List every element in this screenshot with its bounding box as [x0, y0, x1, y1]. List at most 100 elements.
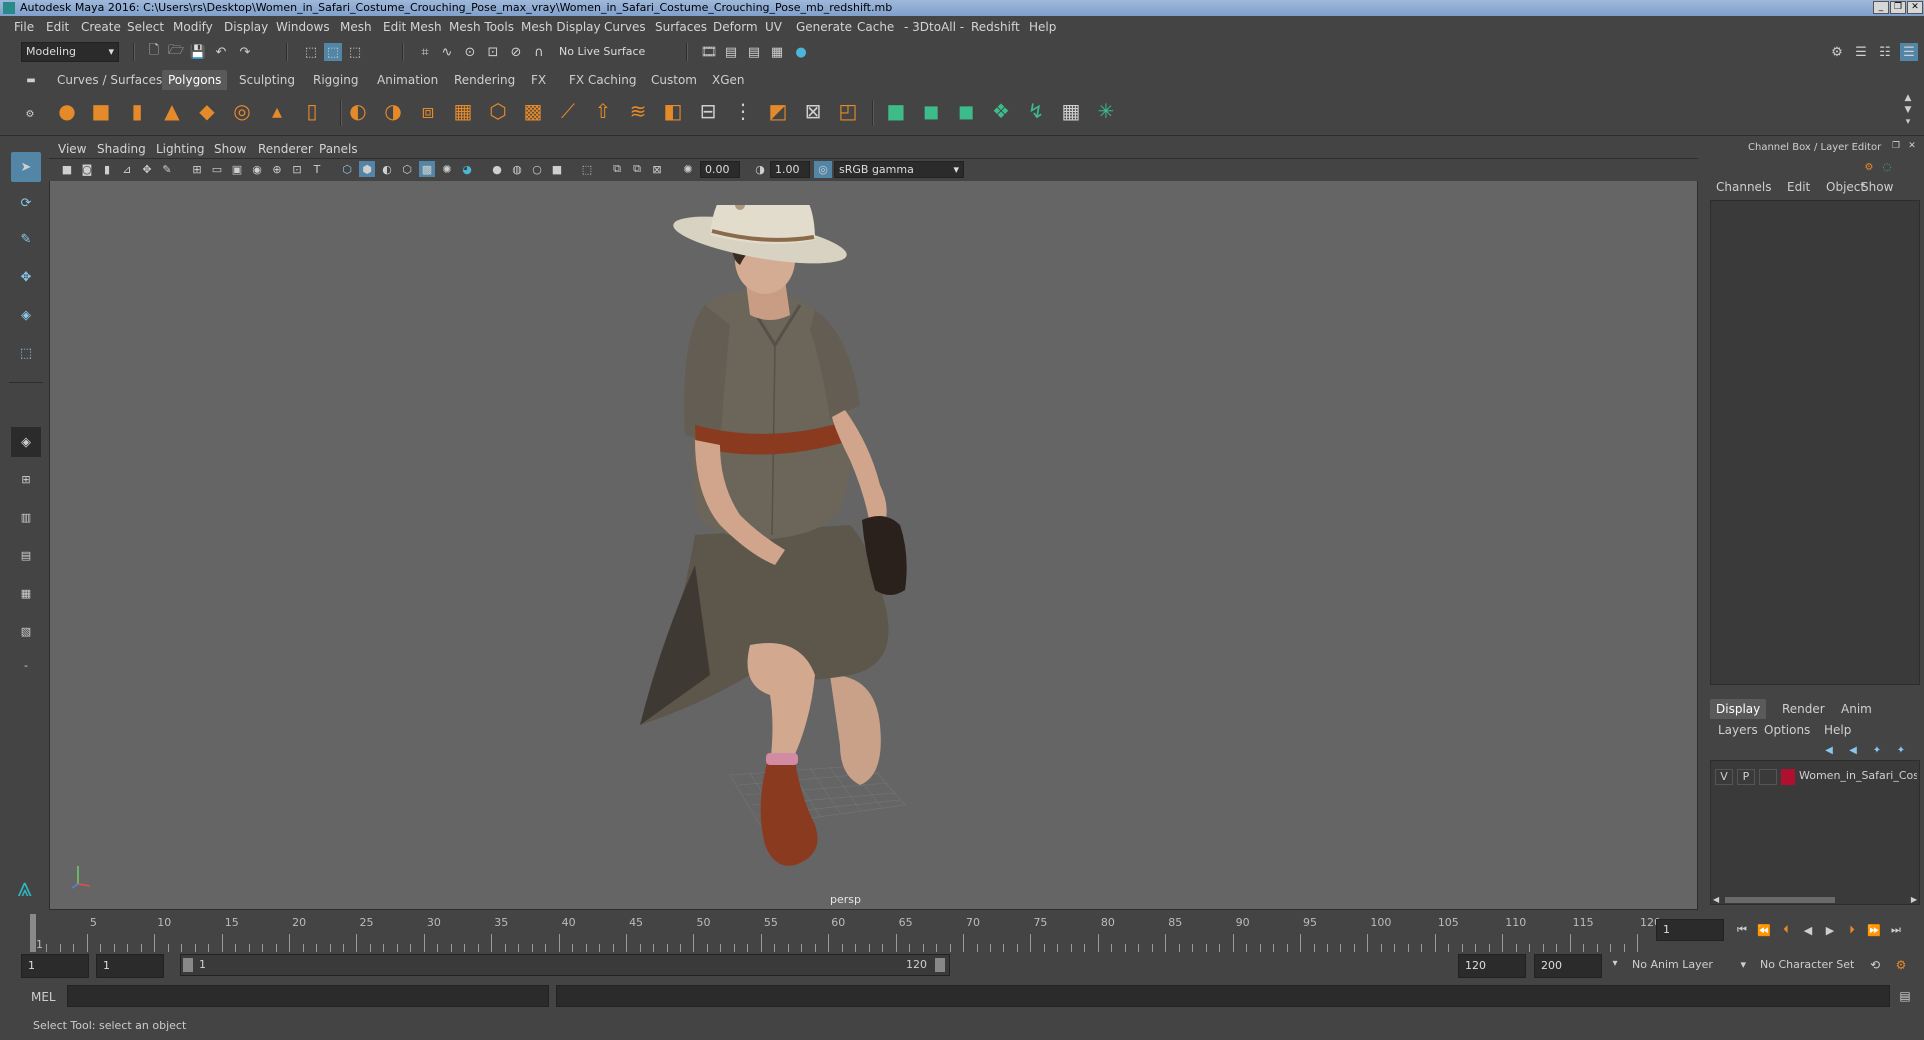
menu-mesh-display[interactable]: Mesh Display: [521, 20, 601, 34]
multi-cut-icon[interactable]: ⊟: [695, 98, 721, 124]
persp-outliner-layout-icon[interactable]: ▥: [11, 502, 41, 532]
channel-box-icon[interactable]: ☰: [1900, 43, 1918, 61]
maximize-button[interactable]: ❐: [1890, 1, 1906, 14]
film-gate-icon[interactable]: ▭: [209, 161, 225, 177]
play-forwards-icon[interactable]: ▶: [1822, 922, 1838, 938]
magnet-icon[interactable]: ∩: [530, 43, 548, 61]
image-plane-icon[interactable]: ⊿: [119, 161, 135, 177]
paint-select-tool-icon[interactable]: ✎: [11, 224, 41, 254]
camera-select-icon[interactable]: ■: [59, 161, 75, 177]
menu-windows[interactable]: Windows: [276, 20, 330, 34]
auto-keyframe-icon[interactable]: ⟲: [1866, 956, 1884, 974]
channel-box-content[interactable]: [1710, 200, 1920, 685]
bookmark-icon[interactable]: ▮: [99, 161, 115, 177]
open-scene-icon[interactable]: 🗁: [167, 43, 185, 61]
new-layer-selected-icon[interactable]: ✦: [1894, 743, 1908, 757]
menu-file[interactable]: File: [14, 20, 34, 34]
layer-visibility-toggle[interactable]: V: [1715, 769, 1733, 785]
layer-menu-help[interactable]: Help: [1824, 723, 1851, 737]
boolean-icon[interactable]: ⬡: [485, 98, 511, 124]
uv-automatic-icon[interactable]: ❖: [988, 98, 1014, 124]
extract-icon[interactable]: ⧈: [415, 98, 441, 124]
exposure-icon[interactable]: ✺: [680, 161, 696, 177]
viewport-menu-show[interactable]: Show: [214, 142, 246, 156]
grid-icon[interactable]: ⊞: [189, 161, 205, 177]
xray-components-icon[interactable]: ⊠: [649, 161, 665, 177]
four-view-layout-icon[interactable]: ⊞: [11, 464, 41, 494]
command-language-label[interactable]: MEL: [31, 990, 56, 1004]
tab-fx[interactable]: FX: [525, 70, 552, 90]
menu-edit[interactable]: Edit: [46, 20, 69, 34]
go-to-start-icon[interactable]: ⏮: [1734, 922, 1750, 938]
minimize-button[interactable]: _: [1873, 1, 1889, 14]
attribute-editor-icon[interactable]: ☰: [1852, 43, 1870, 61]
depth-of-field-icon[interactable]: ■: [549, 161, 565, 177]
snap-curve-icon[interactable]: ∿: [438, 43, 456, 61]
menu-edit-mesh[interactable]: Edit Mesh: [383, 20, 442, 34]
tab-sculpting[interactable]: Sculpting: [233, 70, 301, 90]
go-to-end-icon[interactable]: ⏭: [1888, 922, 1904, 938]
poly-cone-icon[interactable]: ▲: [159, 98, 185, 124]
wireframe-on-shaded-icon[interactable]: ⬡: [399, 161, 415, 177]
step-back-key-icon[interactable]: ⏴: [1778, 922, 1794, 938]
move-layer-down-icon[interactable]: ◀: [1846, 743, 1860, 757]
color-space-selector[interactable]: sRGB gamma ▾: [834, 161, 964, 178]
viewport-menu-view[interactable]: View: [58, 142, 86, 156]
smooth-shade-icon[interactable]: ⬢: [359, 161, 375, 177]
mode-selector[interactable]: Modeling ▾: [21, 42, 119, 62]
move-layer-up-icon[interactable]: ◀: [1822, 743, 1836, 757]
select-tool-icon[interactable]: ➤: [11, 152, 41, 182]
menu-3dtoall[interactable]: - 3DtoAll -: [904, 20, 964, 34]
resolution-gate-icon[interactable]: ▣: [229, 161, 245, 177]
script-editor-icon[interactable]: ▤: [1896, 987, 1914, 1005]
menu-create[interactable]: Create: [81, 20, 121, 34]
lasso-tool-icon[interactable]: ⟳: [11, 188, 41, 218]
step-forward-key-icon[interactable]: ⏵: [1844, 922, 1860, 938]
new-layer-icon[interactable]: ✦: [1870, 743, 1884, 757]
character-model[interactable]: [600, 205, 1000, 885]
menu-mesh[interactable]: Mesh: [340, 20, 372, 34]
render-settings-icon[interactable]: ▦: [768, 43, 786, 61]
checker-icon[interactable]: ▦: [1058, 98, 1084, 124]
tab-xgen[interactable]: XGen: [706, 70, 751, 90]
uv-unfold-icon[interactable]: ↯: [1023, 98, 1049, 124]
channel-box-menu-object[interactable]: Object: [1826, 180, 1865, 194]
grease-pencil-icon[interactable]: ✎: [159, 161, 175, 177]
anim-layer-selector[interactable]: No Anim Layer ▾: [1628, 954, 1748, 976]
shelf-settings-icon[interactable]: ⚙: [24, 108, 36, 120]
isolate-select-icon[interactable]: ⬚: [579, 161, 595, 177]
layer-color-swatch[interactable]: [1781, 769, 1795, 785]
layer-menu-layers[interactable]: Layers: [1718, 723, 1758, 737]
channel-box-menu-show[interactable]: Show: [1861, 180, 1893, 194]
xray-joints-icon[interactable]: ⧉: [629, 161, 645, 177]
poly-sphere-icon[interactable]: ●: [54, 98, 80, 124]
layer-row[interactable]: V P Women_in_Safari_Cos: [1713, 768, 1917, 786]
poly-pipe-icon[interactable]: ▯: [299, 98, 325, 124]
snap-point-icon[interactable]: ⊙: [461, 43, 479, 61]
layer-display-type-toggle[interactable]: [1759, 769, 1777, 785]
menu-deform[interactable]: Deform: [713, 20, 758, 34]
bevel-icon[interactable]: ≋: [625, 98, 651, 124]
layout-more-icon[interactable]: -: [15, 656, 37, 674]
target-weld-icon[interactable]: ⊠: [800, 98, 826, 124]
step-forward-frame-icon[interactable]: ⏩: [1866, 922, 1882, 938]
extrude-icon[interactable]: ⇧: [590, 98, 616, 124]
menu-help[interactable]: Help: [1029, 20, 1056, 34]
redo-icon[interactable]: ↷: [236, 43, 254, 61]
default-material-icon[interactable]: ◐: [379, 161, 395, 177]
edge-loop-icon[interactable]: ⋮: [730, 98, 756, 124]
playback-end-field[interactable]: 120: [1458, 954, 1526, 978]
wireframe-icon[interactable]: ⬡: [339, 161, 355, 177]
float-panel-icon[interactable]: ❐: [1890, 140, 1902, 152]
layer-playback-toggle[interactable]: P: [1737, 769, 1755, 785]
menu-modify[interactable]: Modify: [173, 20, 213, 34]
poly-plane-icon[interactable]: ◆: [194, 98, 220, 124]
bridge-icon[interactable]: ⟋: [555, 98, 581, 124]
xray-icon[interactable]: ⧉: [609, 161, 625, 177]
select-object-icon[interactable]: ⬚: [324, 43, 342, 61]
channel-box-menu-edit[interactable]: Edit: [1787, 180, 1810, 194]
2d-pan-zoom-icon[interactable]: ✥: [139, 161, 155, 177]
rotate-tool-icon[interactable]: ◈: [11, 300, 41, 330]
tab-custom[interactable]: Custom: [645, 70, 703, 90]
select-component-icon[interactable]: ⬚: [346, 43, 364, 61]
